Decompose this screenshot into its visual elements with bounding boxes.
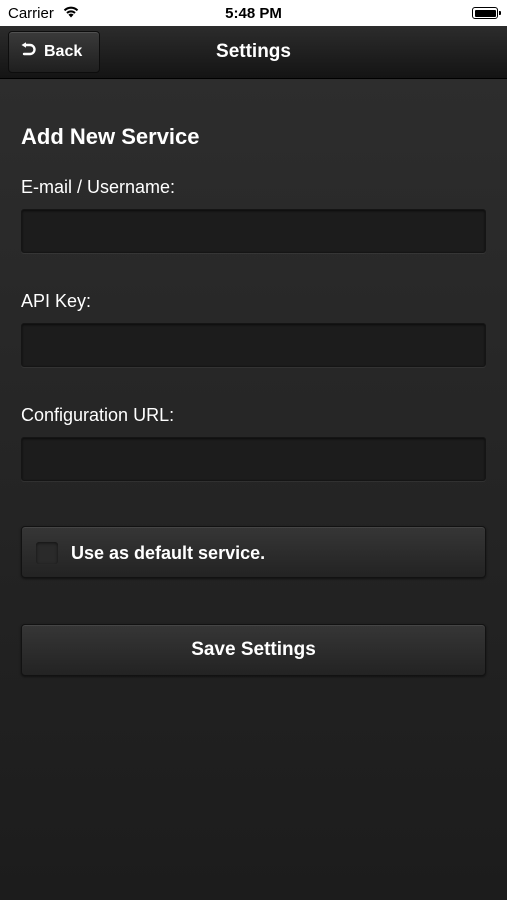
battery-icon [472,7,501,19]
page-title: Settings [216,41,291,62]
default-service-toggle[interactable]: Use as default service. [21,526,486,578]
navigation-bar: Back Settings [0,26,507,79]
config-url-label: Configuration URL: [21,405,175,425]
default-service-label: Use as default service. [71,543,266,563]
api-key-label: API Key: [21,291,92,311]
save-settings-button[interactable]: Save Settings [21,624,486,676]
email-field[interactable] [21,209,486,253]
config-url-field[interactable] [21,437,486,481]
settings-form: Add New Service E-mail / Username: API K… [0,79,507,900]
status-time: 5:48 PM [225,5,282,22]
default-service-checkbox[interactable] [36,542,58,564]
email-label: E-mail / Username: [21,177,176,197]
section-title: Add New Service [21,124,200,149]
status-bar: Carrier 5:48 PM [0,0,507,26]
api-key-field[interactable] [21,323,486,367]
